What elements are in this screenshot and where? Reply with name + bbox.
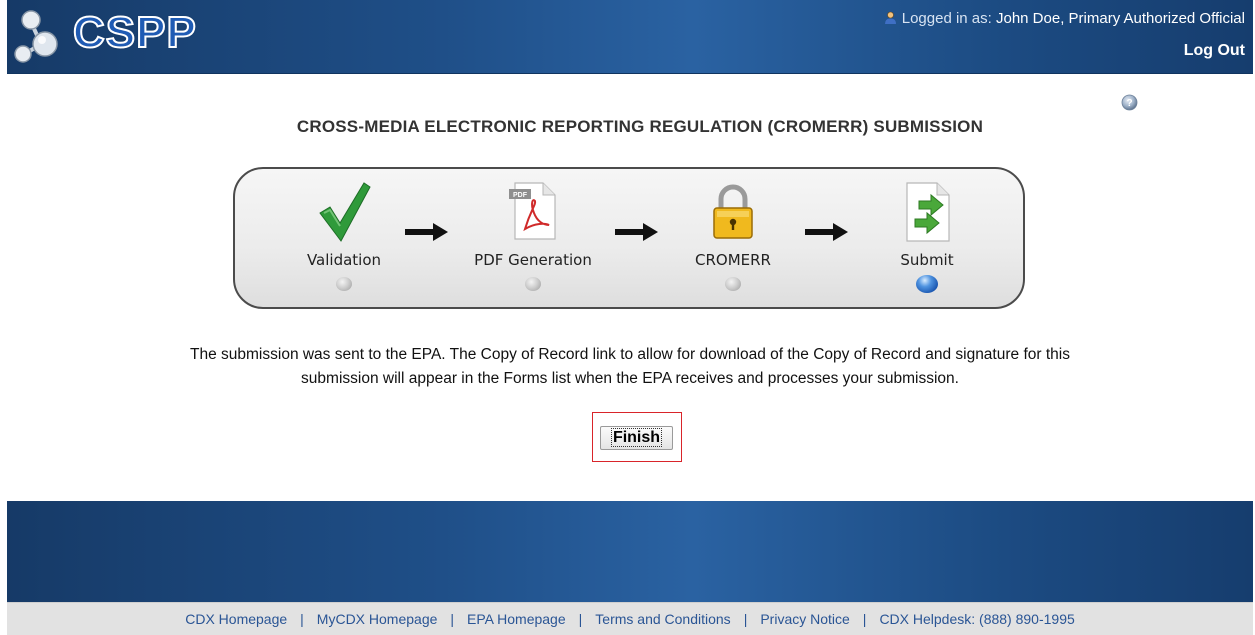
finish-button-highlight: Finish	[592, 412, 682, 462]
footer-link-privacy-notice[interactable]: Privacy Notice	[760, 611, 849, 627]
footer-separator: |	[578, 611, 583, 627]
submit-document-icon	[906, 182, 950, 242]
arrow-right-icon	[805, 223, 848, 241]
step-indicator-validation	[336, 277, 352, 291]
footer-separator: |	[300, 611, 304, 627]
finish-button-label: Finish	[610, 428, 663, 447]
footer-link-epa-homepage[interactable]: EPA Homepage	[467, 611, 566, 627]
step-indicator-submit-active	[916, 275, 938, 293]
page-title: CROSS-MEDIA ELECTRONIC REPORTING REGULAT…	[296, 117, 984, 136]
step-submit: Submit	[857, 169, 997, 307]
header-bar: CSPP Logged in as: John Doe, Primary Aut…	[7, 0, 1253, 74]
step-indicator-pdf-generation	[525, 277, 541, 291]
svg-text:PDF: PDF	[513, 192, 528, 199]
logout-link[interactable]: Log Out	[1184, 42, 1245, 60]
step-label-validation: Validation	[306, 251, 382, 269]
pdf-file-icon: PDF	[509, 182, 556, 240]
submission-confirmation-message: The submission was sent to the EPA. The …	[7, 343, 1253, 391]
finish-button[interactable]: Finish	[600, 426, 673, 450]
footer-links: CDX Homepage | MyCDX Homepage | EPA Homepage…	[7, 602, 1253, 635]
checkmark-icon	[319, 182, 371, 242]
logged-in-status: Logged in as: John Doe, Primary Authoriz…	[884, 10, 1245, 27]
arrow-right-icon	[615, 223, 658, 241]
arrow-right-icon	[405, 223, 448, 241]
svg-text:?: ?	[1126, 98, 1132, 109]
footer-link-mycdx-homepage[interactable]: MyCDX Homepage	[317, 611, 438, 627]
footer-link-cdx-homepage[interactable]: CDX Homepage	[185, 611, 287, 627]
padlock-icon	[713, 184, 753, 239]
step-validation: Validation	[274, 169, 414, 307]
step-cromerr: CROMERR	[663, 169, 803, 307]
message-line-1: The submission was sent to the EPA. The …	[190, 346, 1070, 363]
footer-banner	[7, 501, 1253, 602]
step-pdf-generation: PDF PDF Generation	[463, 169, 603, 307]
step-indicator-cromerr	[725, 277, 741, 291]
user-name: John Doe, Primary Authorized Official	[995, 10, 1245, 27]
logged-in-prefix: Logged in as:	[901, 10, 992, 27]
step-label-cromerr: CROMERR	[695, 251, 771, 269]
step-label-pdf-generation: PDF Generation	[474, 251, 592, 269]
footer-link-cdx-helpdesk[interactable]: CDX Helpdesk: (888) 890-1995	[879, 611, 1074, 627]
help-icon[interactable]: ?	[1121, 94, 1138, 111]
step-label-submit: Submit	[900, 251, 954, 269]
footer-separator: |	[743, 611, 748, 627]
page-frame: CSPP Logged in as: John Doe, Primary Aut…	[7, 0, 1253, 635]
footer-link-terms-and-conditions[interactable]: Terms and Conditions	[595, 611, 730, 627]
footer-separator: |	[450, 611, 455, 627]
footer-separator: |	[862, 611, 867, 627]
user-icon	[884, 11, 896, 24]
submission-progress-stepper: Validation PDF PDF Generation CROMERR Su…	[233, 167, 1025, 309]
app-logo-text: CSPP	[72, 7, 197, 58]
message-line-2: submission will appear in the Forms list…	[301, 370, 959, 387]
molecule-logo-icon	[14, 10, 58, 63]
